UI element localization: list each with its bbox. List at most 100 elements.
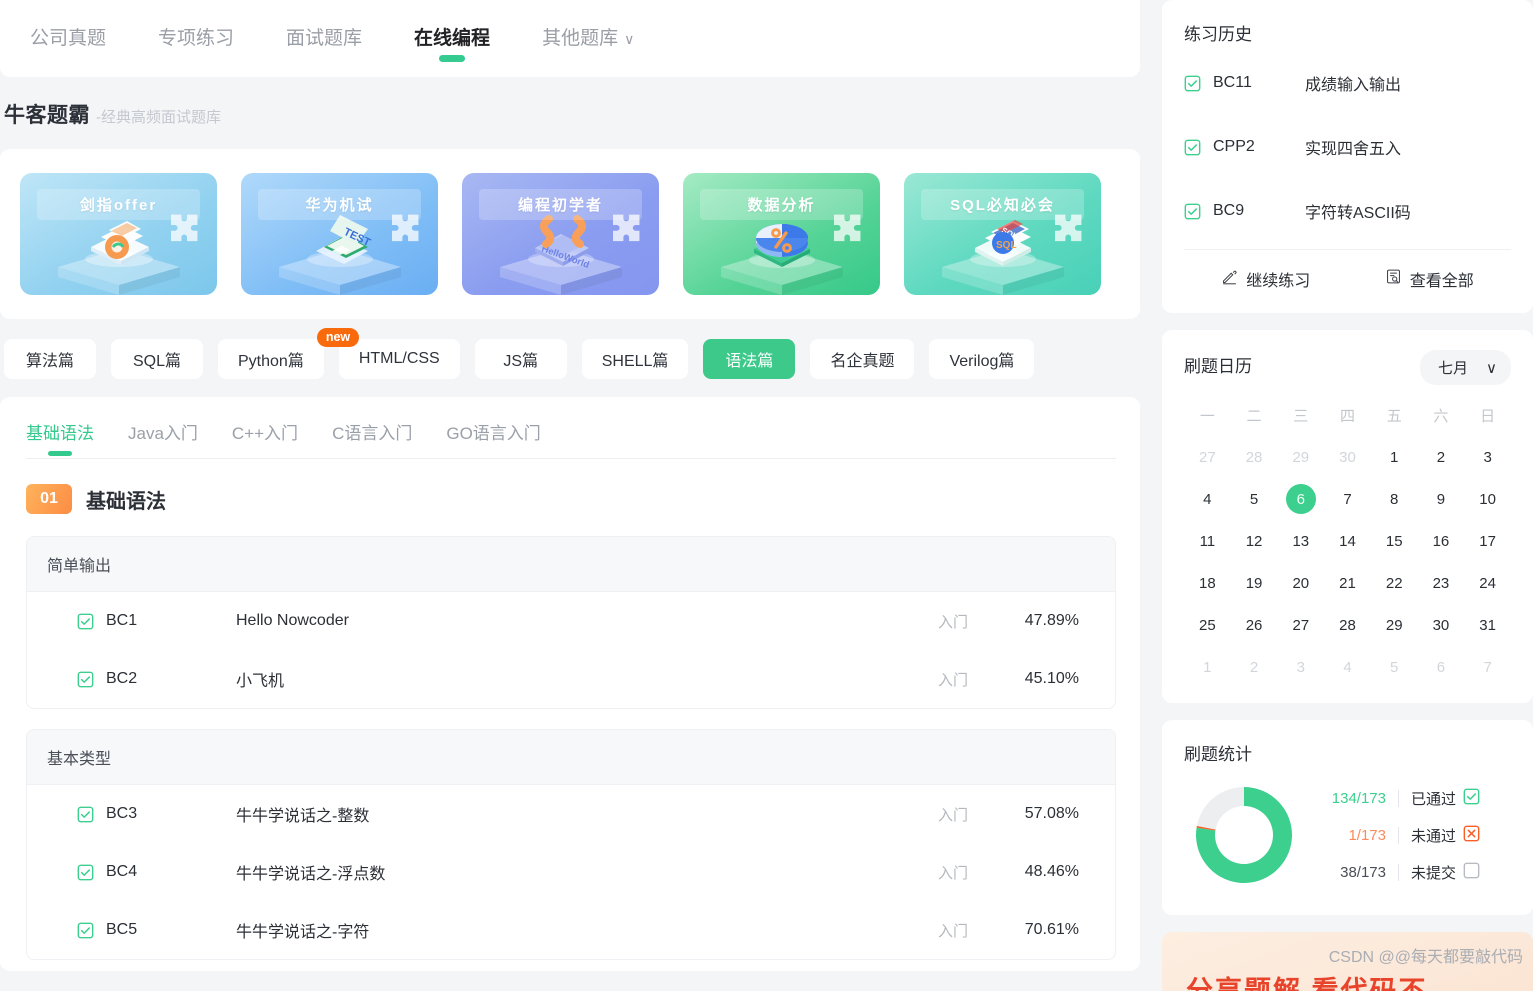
history-problem-title: 实现四舍五入 <box>1305 141 1402 158</box>
view-all-button[interactable]: 查看全部 <box>1385 267 1474 291</box>
category-pill-6[interactable]: SHELL篇 <box>581 339 689 379</box>
nav-item-5[interactable]: 其他题库 ∨ <box>542 23 634 54</box>
nav-item-3[interactable]: 面试题库 <box>286 23 362 54</box>
calendar-weekday: 四 <box>1339 407 1355 425</box>
stats-legend-row: 1/173 未通过 <box>1320 825 1511 846</box>
problem-pass-rate: 48.46% <box>1024 863 1079 880</box>
stats-label: 未通过 <box>1411 827 1457 845</box>
calendar-day[interactable]: 25 <box>1184 609 1231 641</box>
calendar-day: 27 <box>1184 441 1231 473</box>
calendar-day[interactable]: 23 <box>1418 567 1465 599</box>
calendar-day[interactable]: 30 <box>1418 609 1465 641</box>
calendar-day[interactable]: 19 <box>1231 567 1278 599</box>
calendar-day[interactable]: 14 <box>1324 525 1371 557</box>
calendar-day[interactable]: 8 <box>1371 483 1418 515</box>
problem-list-panel: 基础语法 Java入门 C++入门 C语言入门 GO语言入门 01 基础语法 简单输出 B… <box>0 397 1140 971</box>
calendar-day-number: 20 <box>1292 574 1310 592</box>
category-pill-2[interactable]: SQL篇 <box>111 339 203 379</box>
history-problem-id: BC9 <box>1213 202 1245 219</box>
calendar-day[interactable]: 2 <box>1418 441 1465 473</box>
practice-history-title: 练习历史 <box>1184 25 1252 44</box>
sub-tab-2[interactable]: Java入门 <box>128 419 198 444</box>
calendar-day[interactable]: 20 <box>1277 567 1324 599</box>
month-select[interactable]: 七月 ∨ <box>1420 350 1511 385</box>
calendar-day-number: 29 <box>1385 616 1403 634</box>
calendar-day[interactable]: 13 <box>1277 525 1324 557</box>
calendar-day[interactable]: 17 <box>1464 525 1511 557</box>
sub-tab-4[interactable]: C语言入门 <box>332 419 412 444</box>
promo-card-4[interactable]: 数据分析 <box>683 173 880 295</box>
sub-tab-5[interactable]: GO语言入门 <box>446 419 540 444</box>
table-row[interactable]: BC5 牛牛学说话之-字符 入门 70.61% <box>27 901 1115 959</box>
brand-heading: 牛客题霸 -经典高频面试题库 <box>0 77 1140 149</box>
calendar-day[interactable]: 9 <box>1418 483 1465 515</box>
history-problem-id: CPP2 <box>1213 138 1255 155</box>
table-row[interactable]: BC3 牛牛学说话之-整数 入门 57.08% <box>27 785 1115 843</box>
calendar-day[interactable]: 1 <box>1371 441 1418 473</box>
calendar-day[interactable]: 26 <box>1231 609 1278 641</box>
problem-title: 牛牛学说话之-整数 <box>236 808 370 825</box>
category-pill-9[interactable]: Verilog篇 <box>929 339 1035 379</box>
table-row[interactable]: BC4 牛牛学说话之-浮点数 入门 48.46% <box>27 843 1115 901</box>
continue-practice-label: 继续练习 <box>1246 273 1311 290</box>
calendar-day[interactable]: 12 <box>1231 525 1278 557</box>
calendar-weekday: 五 <box>1386 407 1402 425</box>
list-item[interactable]: BC11 成绩输入输出 <box>1184 51 1511 115</box>
sub-tab-3[interactable]: C++入门 <box>232 419 298 444</box>
calendar-day[interactable]: 31 <box>1464 609 1511 641</box>
calendar-day[interactable]: 29 <box>1371 609 1418 641</box>
list-item[interactable]: CPP2 实现四舍五入 <box>1184 115 1511 179</box>
calendar-day[interactable]: 18 <box>1184 567 1231 599</box>
calendar-day-number: 23 <box>1432 574 1450 592</box>
new-badge: new <box>316 328 360 348</box>
nav-item-1[interactable]: 公司真题 <box>30 23 106 54</box>
promo-card-1[interactable]: 剑指offer <box>20 173 217 295</box>
calendar-day[interactable]: 22 <box>1371 567 1418 599</box>
calendar-weekday: 六 <box>1433 407 1449 425</box>
calendar-day[interactable]: 27 <box>1277 609 1324 641</box>
calendar-day[interactable]: 15 <box>1371 525 1418 557</box>
category-pill-1[interactable]: 算法篇 <box>4 339 96 379</box>
category-pill-label: SQL篇 <box>132 353 182 370</box>
nav-item-4[interactable]: 在线编程 <box>414 23 490 62</box>
table-row[interactable]: BC1 Hello Nowcoder 入门 47.89% <box>27 592 1115 650</box>
calendar-day[interactable]: 4 <box>1184 483 1231 515</box>
section-header: 01 基础语法 <box>26 484 1116 514</box>
calendar-day[interactable]: 21 <box>1324 567 1371 599</box>
sub-tab-1[interactable]: 基础语法 <box>26 419 94 456</box>
list-item[interactable]: BC9 字符转ASCII码 <box>1184 179 1511 243</box>
practice-stats-title: 刷题统计 <box>1184 745 1252 764</box>
calendar-day[interactable]: 3 <box>1464 441 1511 473</box>
calendar-day[interactable]: 7 <box>1324 483 1371 515</box>
nav-item-label: 其他题库 <box>542 28 619 49</box>
category-pill-8[interactable]: 名企真题 <box>810 339 915 379</box>
promo-card-5[interactable]: SQL SQL SQL必知必会 <box>904 173 1101 295</box>
calendar-day[interactable]: 28 <box>1324 609 1371 641</box>
category-pill-7[interactable]: 语法篇 <box>703 339 796 379</box>
calendar-day[interactable]: 10 <box>1464 483 1511 515</box>
category-pill-row: 算法篇 SQL篇 Python篇 new HTML/CSS JS篇 SHELL篇 语法篇 名企真… <box>0 328 1140 379</box>
sub-tab-label: C++入门 <box>231 424 299 443</box>
stats-label: 未提交 <box>1411 864 1457 882</box>
sub-tab-label: Java入门 <box>128 424 198 443</box>
category-pill-3[interactable]: Python篇 <box>218 339 324 379</box>
category-pill-5[interactable]: JS篇 <box>474 339 567 379</box>
calendar-day[interactable]: 24 <box>1464 567 1511 599</box>
section-number-badge: 01 <box>26 484 72 514</box>
calendar-weekday: 一 <box>1199 407 1215 425</box>
calendar-day: 4 <box>1324 651 1371 683</box>
calendar-day[interactable]: 16 <box>1418 525 1465 557</box>
promo-card-label: 编程初学者 <box>479 189 642 220</box>
stats-donut-chart <box>1184 775 1304 895</box>
nav-item-2[interactable]: 专项练习 <box>158 23 234 54</box>
calendar-day-today[interactable]: 6 <box>1277 483 1324 515</box>
promo-card-2[interactable]: TEST 华为机试 <box>241 173 438 295</box>
problem-group: 简单输出 BC1 Hello Nowcoder 入门 47.89% BC2 小飞机 入门 45.… <box>26 536 1116 709</box>
calendar-day[interactable]: 11 <box>1184 525 1231 557</box>
continue-practice-button[interactable]: 继续练习 <box>1221 267 1310 291</box>
table-row[interactable]: BC2 小飞机 入门 45.10% <box>27 650 1115 708</box>
category-pill-4[interactable]: new HTML/CSS <box>316 328 460 379</box>
promo-card-3[interactable]: HelloWorld 编程初学者 <box>462 173 659 295</box>
document-search-icon <box>1385 268 1402 290</box>
calendar-day[interactable]: 5 <box>1231 483 1278 515</box>
